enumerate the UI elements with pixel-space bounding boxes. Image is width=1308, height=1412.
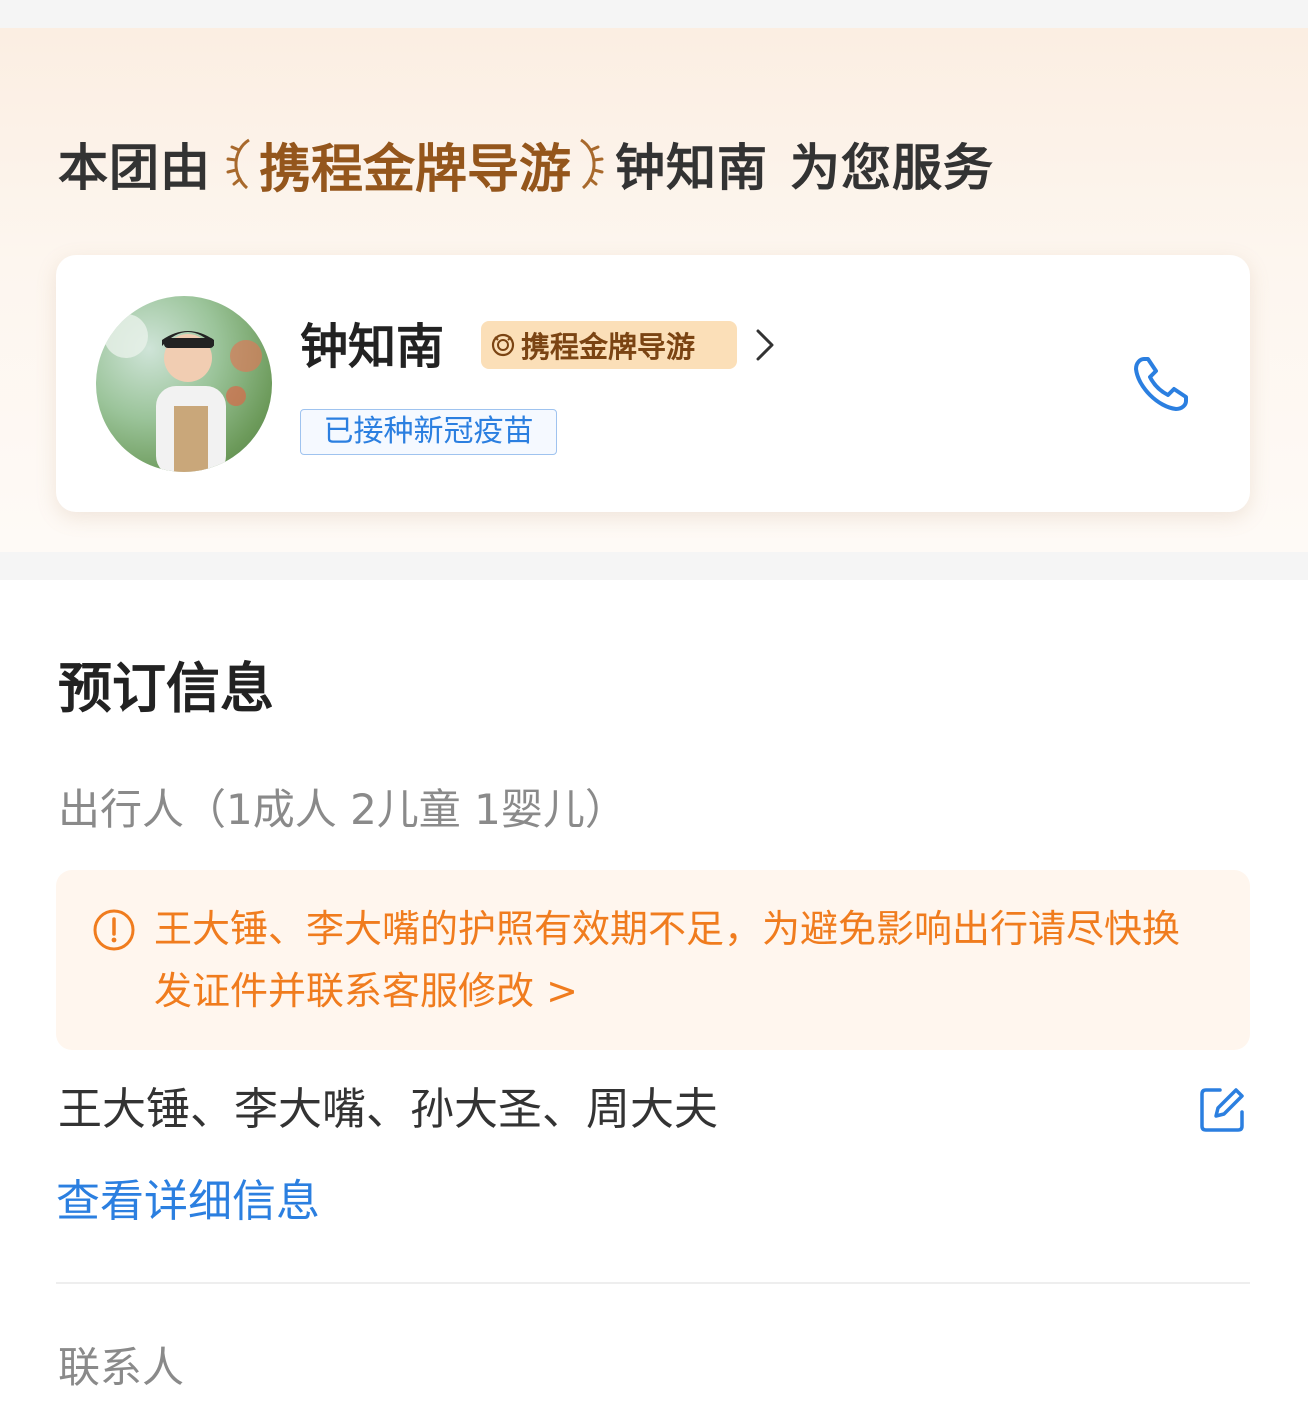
laurel-left-icon: [226, 138, 250, 190]
alert-text: 王大锤、李大嘴的护照有效期不足，为避免影响出行请尽快换发证件并联系客服修改 >: [154, 907, 1181, 1013]
laurel-right-icon: [580, 138, 604, 190]
avatar[interactable]: [96, 296, 272, 472]
vaccine-tag: 已接种新冠疫苗: [300, 409, 557, 455]
gold-guide-badge: 携程金牌导游: [225, 127, 605, 202]
warning-icon: [93, 909, 135, 951]
avatar-photo: [104, 314, 262, 472]
passport-alert[interactable]: 王大锤、李大嘴的护照有效期不足，为避免影响出行请尽快换发证件并联系客服修改 >: [56, 870, 1250, 1050]
edit-icon[interactable]: [1196, 1084, 1248, 1136]
booking-section: 预订信息 出行人（1成人 2儿童 1婴儿） 王大锤、李大嘴的护照有效期不足，为避…: [0, 580, 1308, 1412]
guide-banner-title: 本团由 携程金牌导游 钟知南 为您服务: [58, 128, 994, 200]
phone-icon[interactable]: [1130, 353, 1192, 415]
badge-text: 携程金牌导游: [259, 139, 572, 200]
travelers-label: 出行人（1成人 2儿童 1婴儿）: [58, 785, 627, 834]
guide-card[interactable]: 钟知南 携程金牌导游 已接种新冠疫苗: [56, 255, 1250, 512]
section-title: 预订信息: [58, 657, 274, 720]
chevron-right-icon[interactable]: [750, 325, 780, 365]
guide-name[interactable]: 钟知南: [300, 315, 444, 379]
guide-section: 本团由 携程金牌导游 钟知南 为您服务 钟知南 携程金牌导游 已接种新冠疫苗: [0, 28, 1308, 552]
travelers-names: 王大锤、李大嘴、孙大圣、周大夫: [58, 1084, 718, 1135]
divider: [56, 1282, 1250, 1284]
gold-tag-text: 携程金牌导游: [521, 330, 696, 364]
view-details-link[interactable]: 查看详细信息: [56, 1170, 320, 1234]
gold-guide-tag[interactable]: 携程金牌导游: [481, 321, 737, 369]
contact-label: 联系人: [58, 1343, 185, 1392]
banner-suffix: 为您服务: [790, 139, 995, 197]
banner-prefix: 本团由: [58, 139, 211, 197]
banner-guide-name: 钟知南: [615, 139, 769, 197]
medal-icon: [491, 333, 515, 357]
